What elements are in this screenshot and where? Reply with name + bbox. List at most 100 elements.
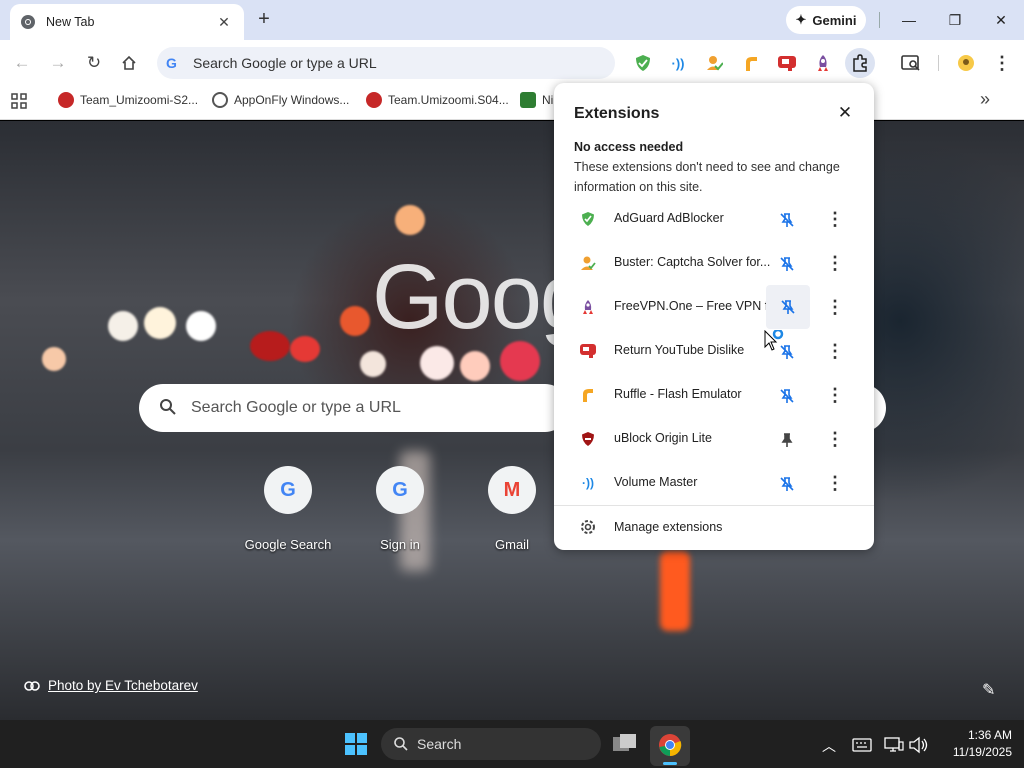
more-options-button[interactable]: ⋮ xyxy=(826,253,844,275)
volume-icon[interactable] xyxy=(908,736,928,754)
back-icon[interactable]: ← xyxy=(8,50,36,76)
reload-icon[interactable]: ↻ xyxy=(80,50,108,76)
customize-pencil-icon[interactable]: ✎ xyxy=(982,680,1002,700)
bookmark-item[interactable]: Team.Umizoomi.S04... xyxy=(366,90,509,110)
youtube-bookmark-icon xyxy=(366,92,382,108)
pin-off-icon[interactable] xyxy=(776,473,798,495)
shortcut-sign-in[interactable]: G Sign in xyxy=(352,466,448,552)
shortcut-label: Gmail xyxy=(495,537,529,552)
extension-row-volume-master[interactable]: ·)) Volume Master ⋮ xyxy=(554,461,874,505)
keyboard-icon[interactable] xyxy=(852,738,872,752)
more-options-button[interactable]: ⋮ xyxy=(826,473,844,495)
extension-name: Buster: Captcha Solver for... xyxy=(614,255,771,269)
windows-start-icon[interactable] xyxy=(344,732,368,756)
menu-icon[interactable]: ⋮ xyxy=(991,52,1013,74)
svg-text:G: G xyxy=(166,55,177,71)
pin-off-icon[interactable] xyxy=(766,285,810,329)
google-g-icon: G xyxy=(166,55,177,71)
bookmark-item[interactable]: Team_Umizoomi-S2... xyxy=(58,90,198,110)
photo-credit-text: Photo by Ev Tchebotarev xyxy=(48,678,198,693)
pin-icon[interactable] xyxy=(776,429,798,451)
shortcut-gmail[interactable]: M Gmail xyxy=(464,466,560,552)
shortcut-google-search[interactable]: G Google Search xyxy=(240,466,336,552)
profile-icon[interactable] xyxy=(955,52,977,74)
extensions-popup: Extensions ✕ No access needed These exte… xyxy=(554,83,874,550)
popup-title: Extensions xyxy=(574,105,660,122)
divider xyxy=(879,12,880,28)
extension-row-ruffle[interactable]: Ruffle - Flash Emulator ⋮ xyxy=(554,373,874,417)
maximize-button[interactable]: ❐ xyxy=(932,0,978,40)
ntp-search-placeholder: Search Google or type a URL xyxy=(191,399,401,416)
extension-row-freevpn[interactable]: FreeVPN.One – Free VPN f... ⋮ xyxy=(554,285,874,329)
task-view-icon[interactable] xyxy=(612,732,638,756)
gmail-icon: M xyxy=(488,466,536,514)
omnibox[interactable]: G Search Google or type a URL xyxy=(157,47,615,79)
apps-grid-icon[interactable] xyxy=(10,92,28,110)
shortcut-label: Sign in xyxy=(380,537,420,552)
google-g-icon: G xyxy=(376,466,424,514)
extension-name: Volume Master xyxy=(614,475,698,489)
gemini-button[interactable]: ✦ Gemini xyxy=(786,6,866,34)
extension-name: AdGuard AdBlocker xyxy=(614,211,724,225)
taskbar-clock[interactable]: 1:36 AM 11/19/2025 xyxy=(932,727,1012,761)
extension-row-return-youtube-dislike[interactable]: Return YouTube Dislike ⋮ xyxy=(554,329,874,373)
more-options-button[interactable]: ⋮ xyxy=(826,297,844,319)
ruffle-icon xyxy=(579,386,597,404)
section-title: No access needed xyxy=(574,140,684,154)
bookmarks-overflow-button[interactable]: » xyxy=(980,89,990,110)
popup-close-button[interactable]: ✕ xyxy=(835,103,855,123)
buster-icon[interactable] xyxy=(703,52,725,74)
manage-extensions-button[interactable]: Manage extensions xyxy=(554,511,874,543)
tab-search-icon[interactable] xyxy=(900,52,922,74)
home-icon[interactable] xyxy=(115,50,143,76)
chrome-taskbar-button[interactable] xyxy=(650,726,690,766)
pin-off-icon[interactable] xyxy=(776,209,798,231)
clock-date: 11/19/2025 xyxy=(952,745,1012,759)
volume-master-icon[interactable]: ·)) xyxy=(667,52,689,74)
extensions-puzzle-icon[interactable] xyxy=(845,48,875,78)
return-youtube-dislike-icon[interactable] xyxy=(776,52,798,74)
pin-off-icon[interactable] xyxy=(776,253,798,275)
chevron-up-icon[interactable]: ︿ xyxy=(822,736,836,756)
search-icon xyxy=(394,737,408,751)
tab-title: New Tab xyxy=(46,15,95,29)
close-window-button[interactable]: ✕ xyxy=(978,0,1024,40)
gemini-sparkle-icon: ✦ xyxy=(795,12,807,27)
volume-master-icon: ·)) xyxy=(582,476,594,490)
extension-row-ublock-origin-lite[interactable]: uBlock Origin Lite ⋮ xyxy=(554,417,874,461)
gear-icon xyxy=(581,520,595,534)
bookmark-item[interactable]: AppOnFly Windows... xyxy=(212,90,349,110)
photo-credit-link[interactable]: Photo by Ev Tchebotarev xyxy=(24,678,198,693)
taskbar-search-label: Search xyxy=(417,736,462,752)
more-options-button[interactable]: ⋮ xyxy=(826,341,844,363)
omnibox-text: Search Google or type a URL xyxy=(193,55,377,71)
bookmark-item[interactable]: Ni xyxy=(520,90,553,110)
tab-new-tab[interactable]: New Tab ✕ xyxy=(10,4,244,40)
new-tab-button[interactable]: + xyxy=(252,8,276,32)
tab-close-button[interactable]: ✕ xyxy=(214,14,234,31)
ruffle-icon[interactable] xyxy=(740,52,762,74)
extension-name: uBlock Origin Lite xyxy=(614,431,712,445)
ntp-search-box[interactable]: Search Google or type a URL xyxy=(139,384,569,432)
freevpn-icon[interactable] xyxy=(812,52,834,74)
buster-icon xyxy=(579,254,597,272)
freevpn-icon xyxy=(579,298,597,316)
chrome-icon xyxy=(21,15,35,29)
extension-row-adguard[interactable]: AdGuard AdBlocker ⋮ xyxy=(554,197,874,241)
search-icon xyxy=(160,399,176,415)
google-g-icon: G xyxy=(264,466,312,514)
network-icon[interactable] xyxy=(884,736,904,754)
return-youtube-dislike-icon xyxy=(579,342,597,360)
more-options-button[interactable]: ⋮ xyxy=(826,209,844,231)
forward-icon[interactable]: → xyxy=(44,50,72,76)
extension-row-buster[interactable]: Buster: Captcha Solver for... ⋮ xyxy=(554,241,874,285)
adguard-icon[interactable] xyxy=(632,52,654,74)
taskbar-search[interactable]: Search xyxy=(381,728,601,760)
extension-name: FreeVPN.One – Free VPN f... xyxy=(614,299,779,313)
shortcut-label: Google Search xyxy=(244,537,332,552)
more-options-button[interactable]: ⋮ xyxy=(826,429,844,451)
adguard-icon xyxy=(579,210,597,228)
more-options-button[interactable]: ⋮ xyxy=(826,385,844,407)
pin-off-icon[interactable] xyxy=(776,385,798,407)
minimize-button[interactable]: — xyxy=(886,0,932,40)
